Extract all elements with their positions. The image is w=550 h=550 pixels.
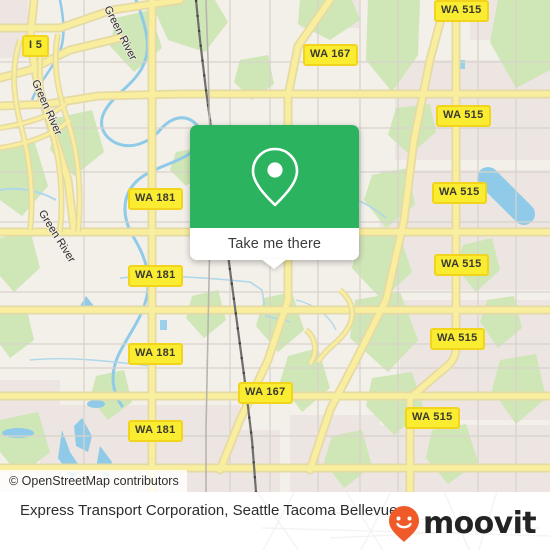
popup-pointer-tail — [261, 259, 287, 269]
map-canvas[interactable]: Green River Green River Green River I 5 … — [0, 0, 550, 492]
highway-shield: WA 515 — [434, 0, 489, 22]
map-attribution[interactable]: © OpenStreetMap contributors — [0, 470, 187, 492]
moovit-smiley-pin-icon — [388, 506, 419, 542]
highway-shield: WA 181 — [128, 420, 183, 442]
popup-icon-area — [190, 125, 359, 228]
take-me-there-label: Take me there — [227, 236, 322, 252]
highway-shield: WA 181 — [128, 343, 183, 365]
moovit-logo[interactable]: moovit — [388, 505, 537, 543]
place-title: Express Transport Corporation, Seattle T… — [20, 502, 398, 519]
highway-shield: WA 167 — [238, 382, 293, 404]
moovit-wordmark: moovit — [422, 506, 537, 541]
highway-shield: WA 515 — [432, 182, 487, 204]
highway-shield: WA 181 — [128, 188, 183, 210]
highway-shield: WA 167 — [303, 44, 358, 66]
highway-shield: WA 515 — [430, 328, 485, 350]
footer-bar: Express Transport Corporation, Seattle T… — [0, 492, 550, 550]
popup-action-area[interactable]: Take me there — [190, 228, 359, 260]
highway-shield: WA 515 — [405, 407, 460, 429]
highway-shield: WA 515 — [434, 254, 489, 276]
highway-shield: WA 515 — [436, 105, 491, 127]
highway-shield: I 5 — [22, 35, 50, 57]
location-popup-card[interactable]: Take me there — [190, 125, 359, 269]
highway-shield: WA 181 — [128, 265, 183, 287]
attribution-text: © OpenStreetMap contributors — [9, 474, 179, 488]
location-pin-icon — [251, 147, 298, 206]
map-screen: Green River Green River Green River I 5 … — [0, 0, 550, 550]
